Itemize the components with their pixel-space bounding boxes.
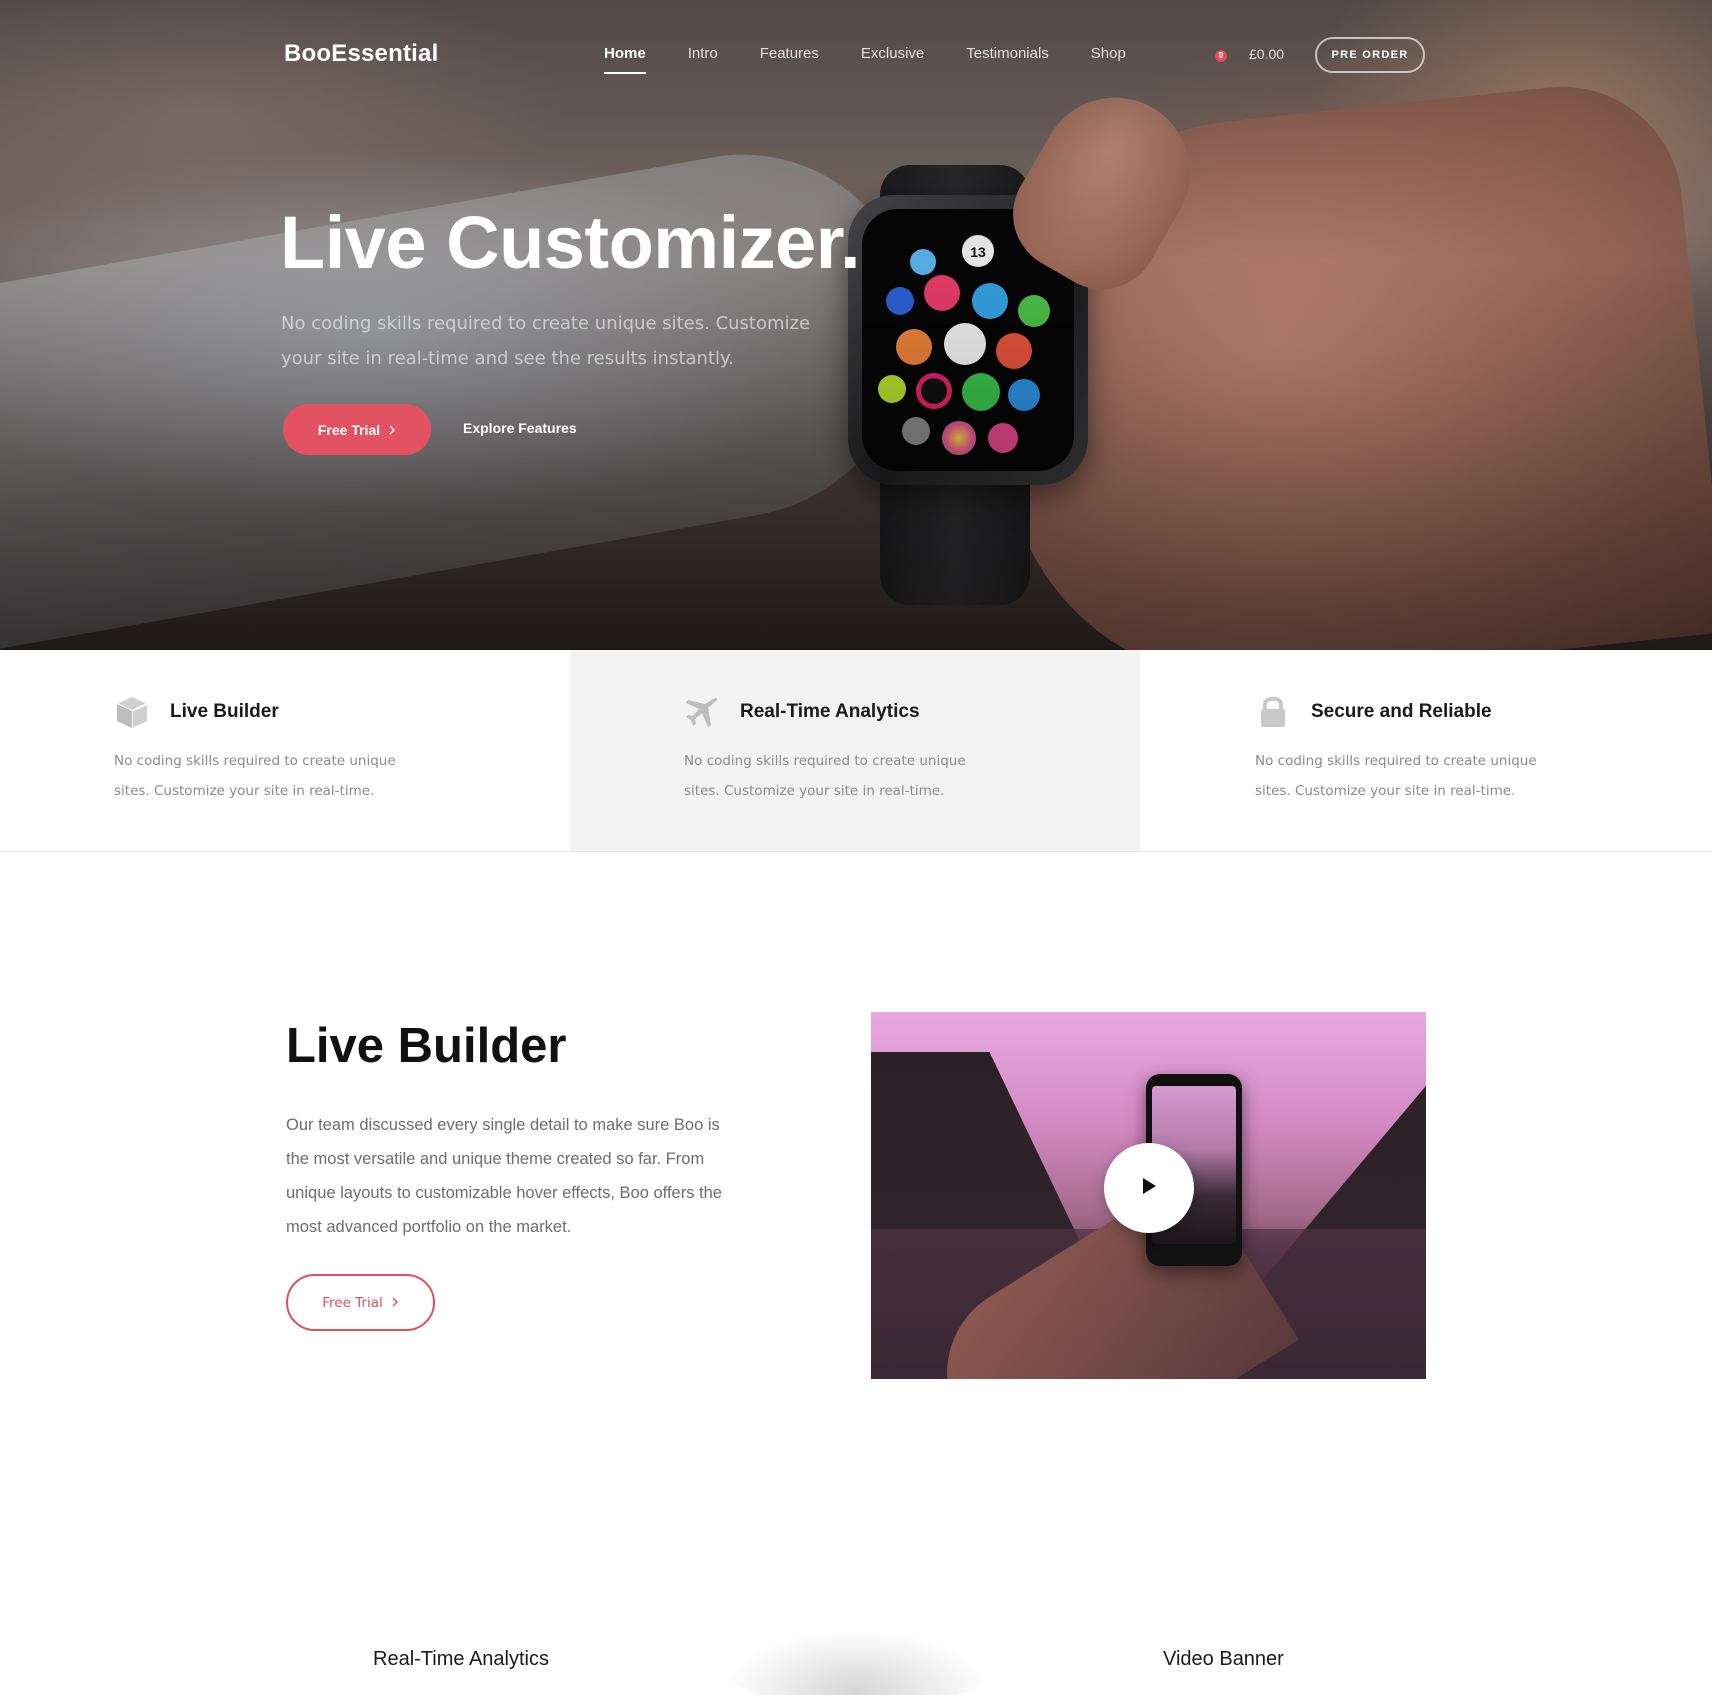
main-nav: Home Intro Features Exclusive Testimonia… <box>604 45 1126 75</box>
feature-description: No coding skills required to create uniq… <box>684 753 966 799</box>
feature-card: Real-Time Analytics No coding skills req… <box>570 650 1140 851</box>
device-preview-graphic <box>722 1628 992 1695</box>
video-banner-label: Video Banner <box>1163 1648 1284 1670</box>
pre-order-button[interactable]: PRE ORDER <box>1315 37 1425 73</box>
chevron-right-icon <box>391 1295 399 1311</box>
hero-section: 13 BooEssential Home Intro Features Excl… <box>0 0 1712 650</box>
brand-logo[interactable]: BooEssential <box>284 40 438 68</box>
real-time-analytics-label: Real-Time Analytics <box>373 1648 549 1670</box>
nav-features[interactable]: Features <box>760 45 819 75</box>
feature-description: No coding skills required to create uniq… <box>1255 753 1537 799</box>
free-trial-label: Free Trial <box>322 1294 383 1311</box>
live-builder-text: Our team discussed every single detail t… <box>286 1116 722 1236</box>
feature-title: Secure and Reliable <box>1311 701 1492 722</box>
live-builder-title: Live Builder <box>286 1019 567 1073</box>
free-trial-label: Free Trial <box>317 421 381 438</box>
explore-features-link[interactable]: Explore Features <box>463 420 577 436</box>
lock-icon <box>1255 694 1291 730</box>
features-strip: Live Builder No coding skills required t… <box>0 650 1712 852</box>
nav-home[interactable]: Home <box>604 45 646 75</box>
plane-icon <box>684 694 720 730</box>
play-icon <box>1140 1176 1158 1201</box>
feature-title: Real-Time Analytics <box>740 701 920 722</box>
feature-card: Live Builder No coding skills required t… <box>0 650 570 851</box>
play-button[interactable] <box>1104 1143 1194 1233</box>
hero-subtitle: No coding skills required to create uniq… <box>281 313 811 369</box>
nav-intro[interactable]: Intro <box>688 45 718 75</box>
box-icon <box>114 694 150 730</box>
cart-total[interactable]: £0.00 <box>1249 46 1284 62</box>
hero-title: Live Customizer. <box>280 201 861 284</box>
feature-description: No coding skills required to create uniq… <box>114 753 396 799</box>
video-thumbnail[interactable] <box>871 1012 1426 1379</box>
nav-shop[interactable]: Shop <box>1091 45 1126 75</box>
live-builder-free-trial-button[interactable]: Free Trial <box>286 1274 435 1331</box>
cart-count-badge[interactable]: 0 <box>1215 50 1227 62</box>
feature-title: Live Builder <box>170 701 279 722</box>
feature-card: Secure and Reliable No coding skills req… <box>1141 650 1711 851</box>
free-trial-button[interactable]: Free Trial <box>283 404 431 455</box>
nav-testimonials[interactable]: Testimonials <box>966 45 1049 75</box>
chevron-right-icon <box>388 422 396 438</box>
nav-exclusive[interactable]: Exclusive <box>861 45 924 75</box>
